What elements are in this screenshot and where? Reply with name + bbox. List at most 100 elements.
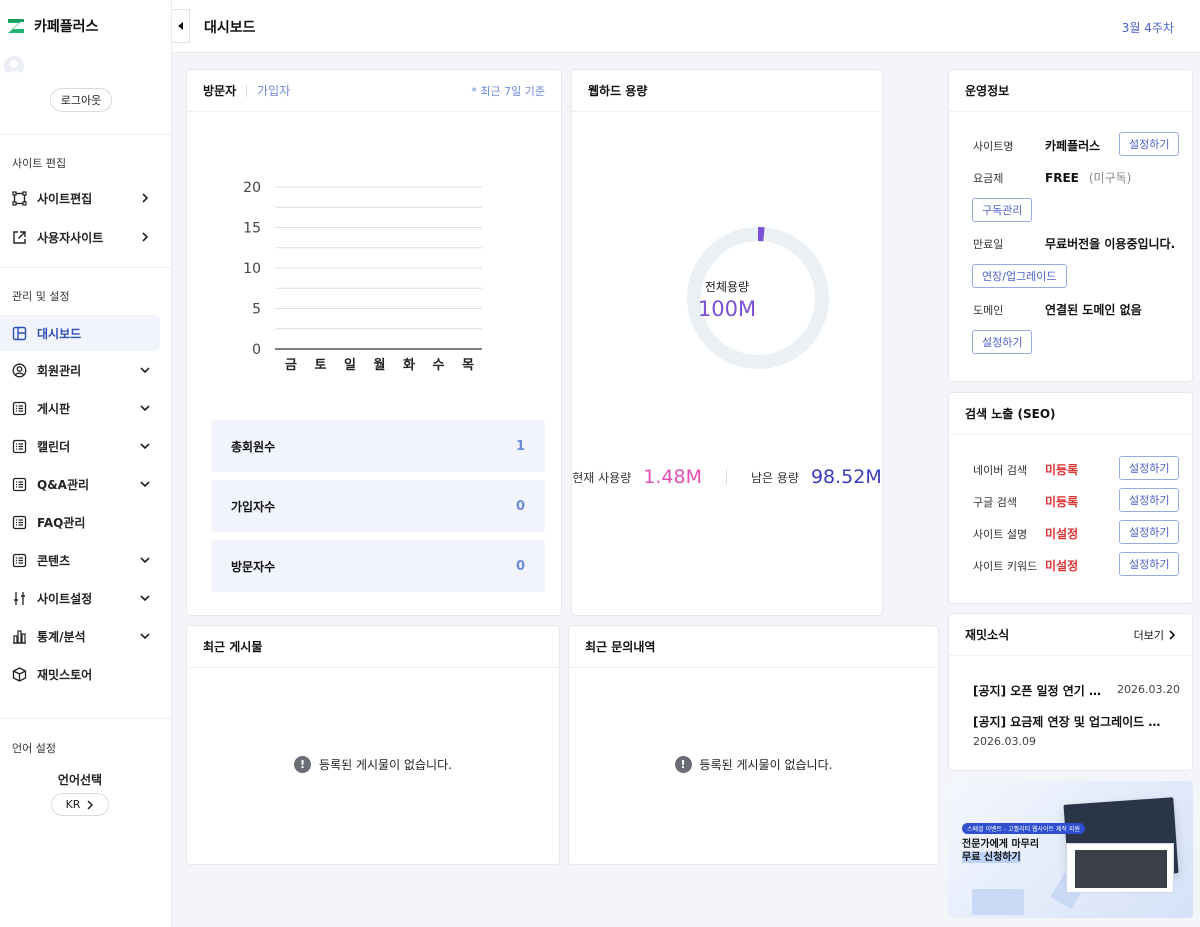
seo-label: 사이트 설명	[973, 527, 1028, 541]
chevron-right-icon	[138, 230, 152, 244]
user-avatar-icon	[6, 60, 22, 76]
stat-total-members: 총회원수 1	[211, 420, 545, 472]
info-label: 만료일	[973, 237, 1004, 251]
recent-inquiries-empty: ! 등록된 게시물이 없습니다.	[569, 756, 938, 773]
sidebar-item-board[interactable]: 게시판	[0, 390, 160, 426]
sidebar-item-dashboard[interactable]: 대시보드	[0, 315, 160, 351]
language-select-button[interactable]: KR	[51, 793, 109, 816]
chevron-down-icon	[138, 591, 152, 605]
news-more-link[interactable]: 더보기	[1134, 627, 1176, 643]
sliders-icon	[12, 591, 27, 606]
tab-signups[interactable]: 가입자	[257, 82, 290, 99]
sidebar-item-label: 회원관리	[37, 363, 82, 378]
sidebar-item-calendar[interactable]: 캘린더	[0, 428, 160, 464]
seo-title: 검색 노출 (SEO)	[965, 407, 1056, 421]
sidebar-item-members[interactable]: 회원관리	[0, 352, 160, 388]
usage-separator	[725, 469, 727, 485]
news-item-title[interactable]: [공지] 요금제 연장 및 업그레이드 업데...	[973, 713, 1171, 730]
banner-line2: 무료 신청하기	[962, 852, 1021, 863]
sidebar-item-label: 대시보드	[37, 326, 82, 341]
recent-inquiries-card: 최근 문의내역 ! 등록된 게시물이 없습니다.	[568, 625, 939, 865]
list-icon	[12, 515, 27, 530]
extend-upgrade-button[interactable]: 연장/업그레이드	[972, 264, 1067, 288]
banner-line1: 전문가에게 마무리	[962, 839, 1040, 850]
week-label: 3월 4주차	[1121, 21, 1174, 35]
sidebar-collapse-button[interactable]	[172, 9, 190, 43]
logout-button[interactable]: 로그아웃	[50, 88, 112, 112]
sidebar-item-statistics[interactable]: 통계/분석	[0, 618, 160, 654]
seo-description-settings-button[interactable]: 설정하기	[1119, 520, 1180, 544]
seo-google-settings-button[interactable]: 설정하기	[1119, 488, 1180, 512]
seo-row-google: 구글 검색 미등록	[973, 493, 1078, 510]
used-value: 1.48M	[643, 466, 702, 488]
seo-row-naver: 네이버 검색 미등록	[973, 461, 1078, 478]
section-title-site-edit: 사이트 편집	[12, 157, 67, 170]
left-label: 남은 용량	[750, 470, 799, 485]
sidebar-item-faq[interactable]: FAQ관리	[0, 504, 160, 540]
brand-logo-icon	[8, 19, 24, 33]
x-tick-label: 금	[285, 358, 297, 373]
stat-value: 0	[515, 558, 525, 574]
recent-posts-empty: ! 등록된 게시물이 없습니다.	[187, 756, 559, 773]
news-more-label: 더보기	[1133, 628, 1164, 642]
operation-card: 운영정보 사이트명 카페플러스 설정하기 요금제 FREE (미구독) 구독관리…	[948, 69, 1193, 382]
tab-separator	[246, 84, 248, 97]
news-item-date: 2026.03.20	[1117, 683, 1180, 696]
recent-posts-card: 최근 게시물 ! 등록된 게시물이 없습니다.	[186, 625, 560, 865]
info-site-name: 사이트명 카페플러스	[973, 137, 1100, 154]
section-title-language: 언어 설정	[12, 742, 56, 755]
storage-total-label: 전체용량	[704, 280, 750, 294]
seo-label: 구글 검색	[973, 495, 1017, 509]
sidebar-item-label: Q&A관리	[37, 477, 90, 492]
seo-naver-settings-button[interactable]: 설정하기	[1119, 456, 1180, 480]
seo-row-description: 사이트 설명 미설정	[973, 525, 1078, 542]
sidebar-item-qna[interactable]: Q&A관리	[0, 466, 160, 502]
box-icon	[12, 666, 27, 682]
sidebar-item-site-edit[interactable]: 사이트편집	[0, 180, 160, 216]
sidebar: 카페플러스 로그아웃 사이트 편집 사이트편집 사용자사이트 관리 및 설정 대…	[0, 0, 172, 927]
visitor-tabs: 방문자 가입자	[203, 82, 290, 99]
info-value: FREE	[1045, 170, 1079, 185]
info-domain: 도메인 연결된 도메인 없음	[973, 301, 1142, 318]
chevron-down-icon	[138, 439, 152, 453]
y-tick-label: 20	[243, 180, 261, 196]
promo-banner[interactable]: 스페셜 이벤트 - 고퀄리티 웹사이트 제작 지원 전문가에게 마무리 무료 신…	[948, 781, 1193, 918]
sidebar-item-label: 콘텐츠	[37, 553, 71, 568]
stat-label: 가입자수	[231, 499, 276, 514]
site-name-settings-button[interactable]: 설정하기	[1119, 132, 1180, 156]
x-tick-label: 화	[403, 357, 415, 373]
recent-posts-header: 최근 게시물	[187, 626, 559, 668]
section-title-manage: 관리 및 설정	[12, 290, 70, 303]
y-tick-label: 15	[243, 221, 261, 237]
recent-inquiries-header: 최근 문의내역	[569, 626, 938, 668]
sidebar-item-user-site[interactable]: 사용자사이트	[0, 219, 160, 255]
chevron-down-icon	[138, 477, 152, 491]
info-sub: (미구독)	[1088, 171, 1132, 185]
sidebar-item-label: 게시판	[37, 401, 71, 416]
sidebar-item-contents[interactable]: 콘텐츠	[0, 542, 160, 578]
y-tick-label: 10	[243, 261, 261, 277]
seo-card-header: 검색 노출 (SEO)	[949, 393, 1192, 435]
sidebar-item-site-settings[interactable]: 사이트설정	[0, 580, 160, 616]
domain-settings-button[interactable]: 설정하기	[972, 330, 1033, 354]
news-item-title[interactable]: [공지] 오픈 일정 연기 안내	[973, 682, 1108, 699]
subscription-manage-button[interactable]: 구독관리	[972, 198, 1033, 222]
chevron-right-icon	[1169, 629, 1176, 640]
tab-visitors[interactable]: 방문자	[203, 82, 236, 99]
sidebar-item-store[interactable]: 재밋스토어	[0, 656, 160, 692]
sidebar-divider	[0, 134, 171, 135]
seo-status: 미등록	[1045, 495, 1079, 509]
brand[interactable]: 카페플러스	[6, 16, 98, 36]
empty-message: 등록된 게시물이 없습니다.	[699, 758, 833, 772]
seo-keywords-settings-button[interactable]: 설정하기	[1119, 552, 1180, 576]
chevron-down-icon	[138, 363, 152, 377]
stat-signups: 가입자수 0	[211, 480, 545, 532]
bar-chart-icon	[12, 629, 27, 644]
alert-icon: !	[674, 756, 692, 773]
banner-title: 전문가에게 마무리 무료 신청하기	[962, 838, 1039, 864]
sidebar-divider	[0, 718, 171, 719]
sidebar-item-label: 캘린더	[37, 439, 71, 454]
empty-message: 등록된 게시물이 없습니다.	[319, 758, 452, 772]
visitors-card: 방문자 가입자 * 최근 7일 기준 0 5 10 15 20 금 토 일 월 화 수 목 총회원수 …	[186, 69, 562, 616]
chevron-down-icon	[138, 401, 152, 415]
